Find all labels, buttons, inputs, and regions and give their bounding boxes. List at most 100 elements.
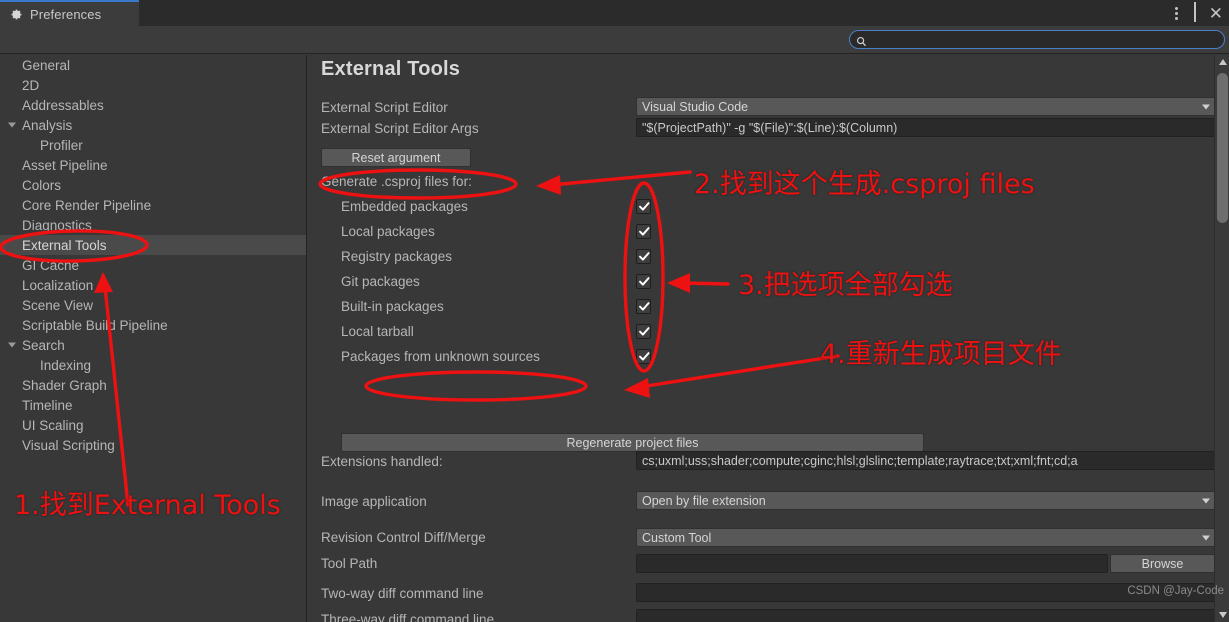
annotation-text-4: 4.重新生成项目文件 <box>820 339 1062 370</box>
chevron-down-icon <box>1202 498 1210 503</box>
reset-argument-button[interactable]: Reset argument <box>321 148 471 167</box>
maximize-icon[interactable] <box>1193 2 1196 22</box>
sidebar-item-addressables[interactable]: Addressables <box>0 95 306 115</box>
sidebar-item-diagnostics[interactable]: Diagnostics <box>0 215 306 235</box>
csproj-option-checkbox[interactable] <box>636 299 651 314</box>
sidebar-item-asset-pipeline[interactable]: Asset Pipeline <box>0 155 306 175</box>
csproj-option-label: Built-in packages <box>341 299 444 314</box>
sidebar-item-label: External Tools <box>22 237 107 253</box>
sidebar-item-label: Diagnostics <box>22 217 92 233</box>
csproj-option-checkbox[interactable] <box>636 249 651 264</box>
csproj-option-label: Local packages <box>341 224 435 239</box>
csproj-option-checkbox[interactable] <box>636 274 651 289</box>
csproj-option-checkbox[interactable] <box>636 324 651 339</box>
sidebar-item-scene-view[interactable]: Scene View <box>0 295 306 315</box>
sidebar-item-shader-graph[interactable]: Shader Graph <box>0 375 306 395</box>
sidebar-item-visual-scripting[interactable]: Visual Scripting <box>0 435 306 455</box>
external-script-editor-args-value: "$(ProjectPath)" -g "$(File)":$(Line):$(… <box>642 120 898 135</box>
sidebar-item-profiler[interactable]: Profiler <box>0 135 306 155</box>
revision-control-dropdown[interactable]: Custom Tool <box>636 528 1217 547</box>
csproj-option-checkbox[interactable] <box>636 224 651 239</box>
revision-control-value: Custom Tool <box>642 530 712 545</box>
annotation-text-1: 1.找到External Tools <box>14 490 281 521</box>
external-script-editor-label: External Script Editor <box>321 100 448 115</box>
csproj-option-label: Packages from unknown sources <box>341 349 540 364</box>
browse-button[interactable]: Browse <box>1110 554 1215 573</box>
sidebar-item-general[interactable]: General <box>0 55 306 75</box>
three-way-diff-label: Three-way diff command line <box>321 612 495 622</box>
sidebar-item-label: Shader Graph <box>22 377 107 393</box>
main-panel: External Tools External Script Editor Vi… <box>308 55 1229 622</box>
image-application-label: Image application <box>321 494 427 509</box>
search-icon <box>856 34 867 47</box>
sidebar-item-2d[interactable]: 2D <box>0 75 306 95</box>
close-icon[interactable]: ✕ <box>1209 5 1223 22</box>
sidebar-item-label: Scene View <box>22 297 94 313</box>
scroll-down-icon[interactable] <box>1215 608 1229 622</box>
csproj-option-row: Local tarball <box>308 323 1229 343</box>
kebab-menu-icon[interactable] <box>1172 6 1181 20</box>
search-input[interactable] <box>867 31 1224 48</box>
csproj-option-label: Local tarball <box>341 324 414 339</box>
sidebar-item-search[interactable]: Search <box>0 335 306 355</box>
settings-sidebar[interactable]: General 2D Addressables Analysis Profiler Ass… <box>0 55 307 622</box>
csproj-option-checkbox[interactable] <box>636 199 651 214</box>
sidebar-item-label: 2D <box>22 77 40 93</box>
sidebar-item-core-render-pipeline[interactable]: Core Render Pipeline <box>0 195 306 215</box>
external-script-editor-value: Visual Studio Code <box>642 99 749 114</box>
sidebar-item-ui-scaling[interactable]: UI Scaling <box>0 415 306 435</box>
sidebar-item-analysis[interactable]: Analysis <box>0 115 306 135</box>
sidebar-item-label: Analysis <box>22 117 73 133</box>
sidebar-item-label: Scriptable Build Pipeline <box>22 317 168 333</box>
revision-control-label: Revision Control Diff/Merge <box>321 530 486 545</box>
foldout-triangle-icon[interactable] <box>8 342 16 348</box>
sidebar-item-label: Asset Pipeline <box>22 157 108 173</box>
csproj-option-checkbox[interactable] <box>636 349 651 364</box>
external-script-editor-dropdown[interactable]: Visual Studio Code <box>636 97 1217 116</box>
sidebar-item-label: Timeline <box>22 397 73 413</box>
sidebar-item-timeline[interactable]: Timeline <box>0 395 306 415</box>
sidebar-item-label: Indexing <box>40 357 92 373</box>
external-script-editor-args-label: External Script Editor Args <box>321 121 479 136</box>
generate-csproj-label: Generate .csproj files for: <box>321 174 472 189</box>
sidebar-item-external-tools[interactable]: External Tools <box>0 235 306 255</box>
sidebar-item-label: GI Cache <box>22 257 80 273</box>
foldout-triangle-icon[interactable] <box>8 122 16 128</box>
sidebar-item-colors[interactable]: Colors <box>0 175 306 195</box>
image-application-dropdown[interactable]: Open by file extension <box>636 491 1217 510</box>
sidebar-item-label: Profiler <box>40 137 83 153</box>
sidebar-item-indexing[interactable]: Indexing <box>0 355 306 375</box>
watermark: CSDN @Jay-Code <box>1127 585 1224 597</box>
preferences-window: Preferences ✕ General 2D Addressables Analy… <box>0 0 1229 622</box>
external-script-editor-args-field[interactable]: "$(ProjectPath)" -g "$(File)":$(Line):$(… <box>636 118 1217 137</box>
sidebar-item-label: Core Render Pipeline <box>22 197 152 213</box>
annotation-text-2: 2.找到这个生成.csproj files <box>694 169 1035 200</box>
sidebar-item-localization[interactable]: Localization <box>0 275 306 295</box>
scrollbar-thumb[interactable] <box>1217 73 1228 223</box>
two-way-diff-label: Two-way diff command line <box>321 586 484 601</box>
sidebar-item-label: Addressables <box>22 97 104 113</box>
csproj-option-label: Embedded packages <box>341 199 468 214</box>
window-controls: ✕ <box>1172 0 1223 26</box>
chevron-down-icon <box>1202 104 1210 109</box>
three-way-diff-field[interactable] <box>636 609 1217 622</box>
tab-preferences[interactable]: Preferences <box>0 0 139 26</box>
page-title: External Tools <box>321 58 461 80</box>
tool-path-field[interactable] <box>636 554 1108 573</box>
csproj-option-row: Embedded packages <box>308 198 1229 218</box>
csproj-option-label: Git packages <box>341 274 420 289</box>
tab-label: Preferences <box>30 6 102 22</box>
vertical-scrollbar[interactable] <box>1214 55 1229 622</box>
sidebar-item-label: General <box>22 57 71 73</box>
search-box[interactable] <box>849 30 1225 49</box>
scroll-up-icon[interactable] <box>1215 55 1229 69</box>
chevron-down-icon <box>1202 535 1210 540</box>
browse-label: Browse <box>1141 556 1184 571</box>
sidebar-item-label: Colors <box>22 177 62 193</box>
sidebar-item-label: UI Scaling <box>22 417 84 433</box>
sidebar-item-scriptable-build-pipeline[interactable]: Scriptable Build Pipeline <box>0 315 306 335</box>
csproj-option-row: Local packages <box>308 223 1229 243</box>
sidebar-item-gi-cache[interactable]: GI Cache <box>0 255 306 275</box>
reset-argument-label: Reset argument <box>351 150 441 165</box>
annotation-text-3: 3.把选项全部勾选 <box>738 270 953 301</box>
